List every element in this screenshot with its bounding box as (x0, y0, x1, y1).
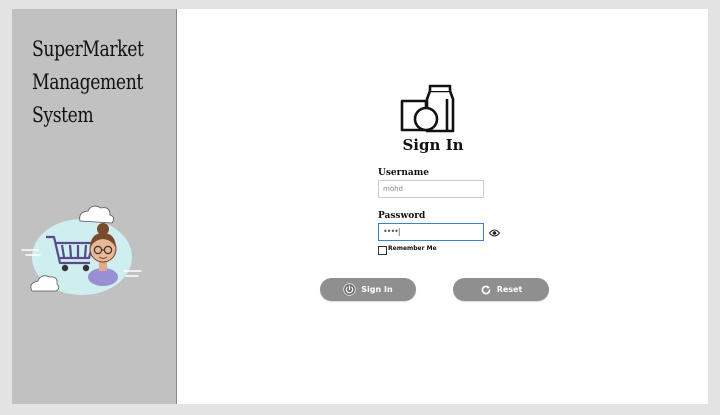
password-label: Password (378, 211, 426, 221)
sign-in-button[interactable]: Sign In (320, 278, 416, 301)
username-field[interactable]: mohd (378, 180, 484, 198)
sidebar: SuperMarket Management System (12, 9, 177, 404)
app-title: SuperMarket Management System (32, 37, 144, 127)
reset-label: Reset (496, 285, 523, 294)
login-panel: Sign In Username mohd Password ••••| Rem… (177, 9, 708, 404)
sign-in-label: Sign In (361, 285, 393, 294)
remember-me-label[interactable]: Remember Me (388, 245, 437, 252)
remember-me-checkbox[interactable] (378, 246, 387, 255)
reset-button[interactable]: Reset (453, 278, 549, 301)
grocery-packages-icon (400, 84, 455, 133)
refresh-icon (481, 285, 491, 294)
page-title: Sign In (402, 136, 464, 154)
eye-icon[interactable] (489, 229, 500, 237)
power-icon (343, 283, 356, 296)
app-window: SuperMarket Management System Sign In Us… (12, 9, 708, 404)
shopping-cart-illustration (21, 205, 142, 295)
username-label: Username (378, 168, 430, 178)
password-field[interactable]: ••••| (378, 223, 484, 241)
